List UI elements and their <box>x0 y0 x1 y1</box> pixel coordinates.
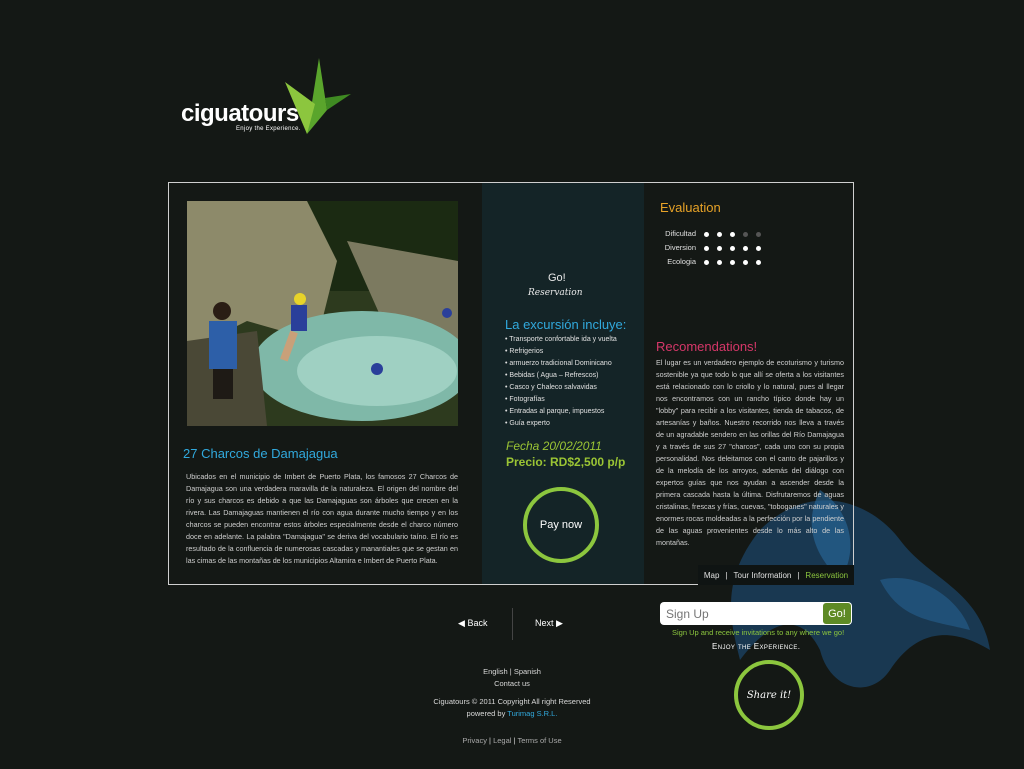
evaluation-row: Ecologia <box>660 257 769 266</box>
includes-title: La excursión incluye: <box>505 317 627 332</box>
go-reservation-label[interactable]: Go! <box>548 272 566 284</box>
list-item: • Fotografías <box>505 396 545 403</box>
evaluation-label: Ecologia <box>667 257 696 266</box>
pay-now-button[interactable]: Pay now <box>523 487 599 563</box>
rating-dot <box>756 259 761 265</box>
footer-separator: | <box>513 736 516 745</box>
tour-description: Ubicados en el municipio de Imbert de Pu… <box>186 472 458 565</box>
rating-dot <box>730 231 735 237</box>
recommendations-text: El lugar es un verdadero ejemplo de ecot… <box>656 358 844 547</box>
share-label: Share it! <box>746 689 792 701</box>
footer-separator: | <box>489 736 491 745</box>
next-button[interactable]: Next ▶ <box>535 618 563 629</box>
tour-price: Precio: RD$2,500 p/p <box>506 455 626 469</box>
rating-dot <box>743 259 748 265</box>
rating-dot <box>743 231 748 237</box>
list-item: • Entradas al parque, impuestos <box>505 408 605 415</box>
back-button[interactable]: ◀ Back <box>458 618 487 629</box>
tour-date: Fecha 20/02/2011 <box>506 439 602 453</box>
rating-dot <box>717 231 722 237</box>
list-item: • Bebidas ( Agua – Refrescos) <box>505 372 599 379</box>
privacy-link[interactable]: Privacy <box>462 736 487 745</box>
contact-row: Contact us <box>412 679 612 688</box>
tab-separator: | <box>797 570 800 580</box>
evaluation-row: Dificultad <box>660 229 769 238</box>
share-button[interactable]: Share it! <box>734 660 804 730</box>
rating-dot <box>717 245 722 251</box>
rating-dot <box>730 259 735 265</box>
evaluation-label: Dificultad <box>665 229 696 238</box>
language-english[interactable]: English <box>483 667 508 676</box>
tab-reservation[interactable]: Reservation <box>802 571 851 580</box>
list-item: • armuerzo tradicional Dominicano <box>505 360 612 367</box>
powered-by-link[interactable]: Turimag S.R.L. <box>507 709 557 718</box>
brand-name: ciguatours <box>181 100 299 127</box>
legal-link[interactable]: Legal <box>493 736 511 745</box>
rating-dot <box>704 259 709 265</box>
legal-links: Privacy | Legal | Terms of Use <box>412 736 612 745</box>
evaluation-row: Diversion <box>660 243 769 252</box>
footer-separator: | <box>509 667 512 676</box>
signup-go-button[interactable]: Go! <box>823 603 851 624</box>
list-item: • Refrigerios <box>505 348 544 355</box>
powered-prefix: powered by <box>466 709 508 718</box>
back-label: Back <box>467 618 488 628</box>
rating-dot <box>704 231 709 237</box>
next-label: Next <box>535 618 554 628</box>
rating-dot <box>717 259 722 265</box>
signup-input[interactable] <box>662 604 820 623</box>
powered-by: powered by Turimag S.R.L. <box>412 709 612 718</box>
bird-logo-icon <box>285 58 351 134</box>
triangle-right-icon: ▶ <box>556 618 563 628</box>
evaluation-label: Diversion <box>664 243 696 252</box>
signup-caption: Sign Up and receive invitations to any w… <box>672 628 845 637</box>
tour-tabs: Map | Tour Information | Reservation <box>698 565 854 585</box>
list-item: • Casco y Chaleco salvavidas <box>505 384 597 391</box>
tab-map[interactable]: Map <box>701 571 723 580</box>
contact-link[interactable]: Contact us <box>494 679 530 688</box>
copyright: Ciguatours © 2011 Copyright All right Re… <box>433 697 591 706</box>
reservation-link[interactable]: Reservation <box>528 288 583 298</box>
pay-now-label: Pay now <box>539 519 583 531</box>
list-item: • Transporte confortable ida y vuelta <box>505 336 617 343</box>
rating-dot <box>730 245 735 251</box>
enjoy-tagline: Enjoy the Experience. <box>712 642 801 651</box>
rating-dot <box>756 231 761 237</box>
recommendations-title: Recomendations! <box>656 339 758 354</box>
nav-divider <box>512 608 513 640</box>
rating-dot <box>743 245 748 251</box>
language-spanish[interactable]: Spanish <box>514 667 541 676</box>
list-item: • Guía experto <box>505 420 550 427</box>
tour-photo <box>187 201 458 426</box>
tab-tour-information[interactable]: Tour Information <box>731 571 795 580</box>
includes-list: • Transporte confortable ida y vuelta • … <box>505 334 617 430</box>
rating-dot <box>756 245 761 251</box>
tour-title: 27 Charcos de Damajagua <box>183 446 338 461</box>
rating-dot <box>704 245 709 251</box>
triangle-left-icon: ◀ <box>458 618 465 628</box>
tab-separator: | <box>725 570 728 580</box>
language-switcher: English | Spanish <box>412 667 612 676</box>
terms-link[interactable]: Terms of Use <box>517 736 561 745</box>
evaluation-title: Evaluation <box>660 200 721 215</box>
